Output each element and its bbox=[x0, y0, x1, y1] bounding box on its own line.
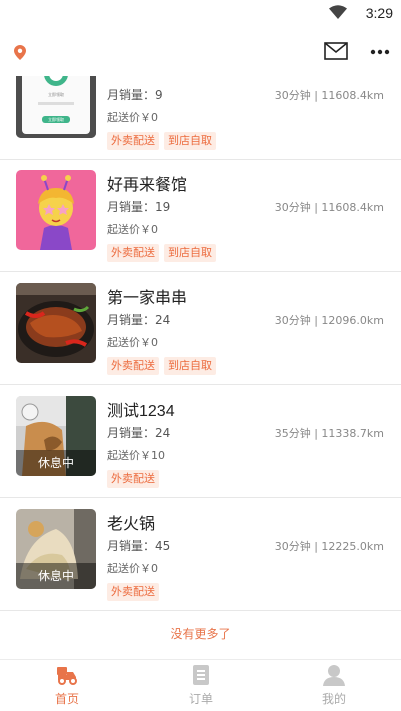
tab-label: 订单 bbox=[188, 692, 213, 706]
min-order-price: 起送价￥0 bbox=[107, 111, 158, 124]
tag-delivery: 外卖配送 bbox=[107, 583, 159, 601]
tag-pickup: 到店自取 bbox=[164, 357, 216, 375]
shop-item[interactable]: 立即领取 立即领取 月销量：9 30分钟 | 11608.4km 起送价￥0 外… bbox=[0, 76, 401, 160]
tab-label: 我的 bbox=[321, 692, 346, 706]
resting-status: 休息中 bbox=[16, 450, 96, 476]
monthly-sales: 月销量：9 bbox=[107, 88, 163, 102]
user-profile-icon bbox=[323, 665, 345, 686]
resting-status: 休息中 bbox=[16, 563, 96, 589]
min-order-price: 起送价￥10 bbox=[107, 449, 165, 462]
delivery-time-distance: 30分钟 | 11608.4km bbox=[274, 89, 384, 102]
shop-name: 老火锅 bbox=[107, 516, 156, 533]
tab-home[interactable]: 首页 bbox=[0, 660, 134, 711]
service-tags: 外卖配送 bbox=[107, 580, 164, 601]
shop-thumbnail bbox=[16, 170, 96, 250]
tab-label: 首页 bbox=[54, 692, 79, 706]
service-tags: 外卖配送 bbox=[107, 467, 164, 488]
tab-orders[interactable]: 订单 bbox=[134, 660, 268, 711]
thumb-caption: 立即领取 bbox=[48, 92, 64, 97]
top-bar bbox=[0, 26, 401, 76]
tag-delivery: 外卖配送 bbox=[107, 244, 159, 262]
tab-profile[interactable]: 我的 bbox=[267, 660, 401, 711]
mail-icon[interactable] bbox=[324, 42, 348, 60]
location-pin-icon[interactable] bbox=[14, 45, 26, 60]
shop-thumbnail: 休息中 bbox=[16, 509, 96, 589]
service-tags: 外卖配送 到店自取 bbox=[107, 129, 221, 150]
min-order-price: 起送价￥0 bbox=[107, 223, 158, 236]
status-time: 3:29 bbox=[365, 5, 393, 21]
delivery-time-distance: 30分钟 | 12225.0km bbox=[274, 540, 384, 553]
delivery-time-distance: 30分钟 | 11608.4km bbox=[274, 201, 384, 214]
delivery-time-distance: 35分钟 | 11338.7km bbox=[274, 427, 384, 440]
monthly-sales: 月销量：45 bbox=[107, 539, 171, 553]
tag-delivery: 外卖配送 bbox=[107, 470, 159, 488]
bottom-tab-bar: 首页 订单 我的 bbox=[0, 659, 401, 711]
no-more-text: 没有更多了 bbox=[170, 627, 231, 641]
delivery-scooter-icon bbox=[57, 667, 77, 685]
thumb-button-text: 立即领取 bbox=[48, 117, 64, 122]
min-order-price: 起送价￥0 bbox=[107, 562, 158, 575]
service-tags: 外卖配送 到店自取 bbox=[107, 354, 221, 375]
monthly-sales: 月销量：19 bbox=[107, 200, 171, 214]
min-order-price: 起送价￥0 bbox=[107, 336, 158, 349]
tag-pickup: 到店自取 bbox=[164, 244, 216, 262]
shop-item[interactable]: 休息中 老火锅 月销量：45 30分钟 | 12225.0km 起送价￥0 外卖… bbox=[0, 498, 401, 611]
service-tags: 外卖配送 到店自取 bbox=[107, 241, 221, 262]
monthly-sales: 月销量：24 bbox=[107, 426, 171, 440]
monthly-sales: 月销量：24 bbox=[107, 313, 171, 327]
order-list-icon bbox=[193, 665, 209, 685]
shop-list[interactable]: 立即领取 立即领取 月销量：9 30分钟 | 11608.4km 起送价￥0 外… bbox=[0, 76, 401, 659]
shop-name: 测试1234 bbox=[107, 403, 175, 420]
more-options-icon[interactable] bbox=[370, 48, 390, 56]
shop-item[interactable]: 好再来餐馆 月销量：19 30分钟 | 11608.4km 起送价￥0 外卖配送… bbox=[0, 159, 401, 272]
status-bar: 3:29 bbox=[0, 0, 401, 26]
delivery-time-distance: 30分钟 | 12096.0km bbox=[274, 314, 384, 327]
shop-thumbnail: 休息中 bbox=[16, 396, 96, 476]
tag-delivery: 外卖配送 bbox=[107, 132, 159, 150]
shop-name: 好再来餐馆 bbox=[107, 177, 188, 194]
shop-item[interactable]: 第一家串串 月销量：24 30分钟 | 12096.0km 起送价￥0 外卖配送… bbox=[0, 272, 401, 385]
shop-name: 第一家串串 bbox=[107, 290, 188, 307]
tag-delivery: 外卖配送 bbox=[107, 357, 159, 375]
shop-thumbnail: 立即领取 立即领取 bbox=[16, 76, 96, 138]
shop-thumbnail bbox=[16, 283, 96, 363]
shop-item[interactable]: 休息中 测试1234 月销量：24 35分钟 | 11338.7km 起送价￥1… bbox=[0, 385, 401, 498]
wifi-icon bbox=[329, 5, 347, 19]
tag-pickup: 到店自取 bbox=[164, 132, 216, 150]
